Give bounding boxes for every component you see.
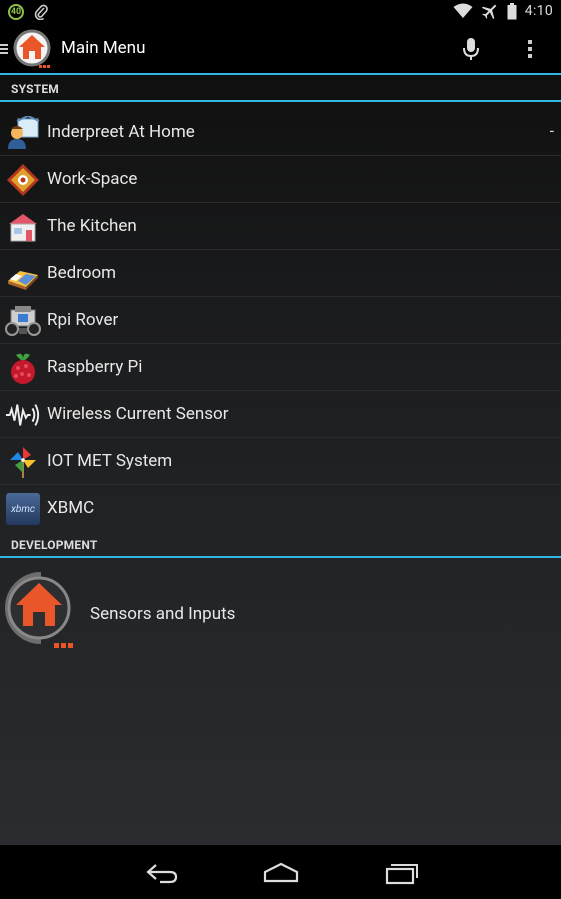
list-item-sensors-and-inputs[interactable]: Sensors and Inputs	[0, 559, 561, 659]
section-header-system: SYSTEM	[0, 75, 561, 101]
list-item-bedroom[interactable]: Bedroom	[0, 250, 561, 297]
list-item-raspberry-pi[interactable]: Raspberry Pi	[0, 344, 561, 391]
list-item-label: Raspberry Pi	[47, 357, 143, 377]
bed-icon	[5, 256, 41, 292]
main-list: SYSTEM Inderpreet At Home - Work-Space T…	[0, 75, 561, 845]
list-item-status: -	[549, 121, 554, 140]
list-item-label: Bedroom	[47, 263, 117, 283]
list-item-wireless-current-sensor[interactable]: Wireless Current Sensor	[0, 391, 561, 438]
xbmc-logo-text: xbmc	[11, 503, 35, 515]
airplane-icon	[481, 4, 497, 20]
paperclip-icon	[34, 4, 48, 20]
pinwheel-icon	[5, 444, 41, 480]
action-bar: Main Menu	[0, 25, 561, 73]
battery-icon	[507, 2, 517, 19]
hamburger-icon[interactable]	[0, 39, 10, 59]
navigation-bar	[0, 846, 561, 899]
xbmc-icon: xbmc	[5, 491, 41, 527]
person-home-icon	[5, 115, 41, 151]
back-icon[interactable]	[142, 860, 182, 886]
kitchen-icon	[5, 209, 41, 245]
section-header-development: DEVELOPMENT	[0, 531, 561, 557]
list-item-label: Sensors and Inputs	[90, 604, 236, 624]
list-item-label: Wireless Current Sensor	[47, 404, 229, 424]
section-divider-development	[0, 556, 561, 558]
notification-count-badge: 40	[8, 4, 24, 20]
section-title-system: SYSTEM	[11, 82, 60, 96]
rover-icon	[5, 303, 41, 339]
workspace-icon	[5, 162, 41, 198]
app-logo-icon[interactable]	[12, 28, 54, 70]
home-icon[interactable]	[261, 860, 301, 886]
recent-apps-icon[interactable]	[381, 860, 421, 886]
list-item-label: The Kitchen	[47, 216, 137, 236]
list-item-label: Work-Space	[47, 169, 138, 189]
raspberry-icon	[5, 350, 41, 386]
list-item-the-kitchen[interactable]: The Kitchen	[0, 203, 561, 250]
list-item-rpi-rover[interactable]: Rpi Rover	[0, 297, 561, 344]
page-title: Main Menu	[61, 38, 146, 58]
signal-wave-icon	[5, 397, 41, 433]
list-item-label: XBMC	[47, 498, 95, 518]
list-item-label: Rpi Rover	[47, 310, 119, 330]
list-item-xbmc[interactable]: xbmc XBMC	[0, 485, 561, 532]
list-item-iot-met-system[interactable]: IOT MET System	[0, 438, 561, 485]
wifi-icon	[453, 3, 473, 18]
app-logo-icon	[5, 572, 73, 648]
list-item-work-space[interactable]: Work-Space	[0, 156, 561, 203]
list-item-label: Inderpreet At Home	[47, 122, 195, 142]
status-bar: 40 4:10	[0, 0, 561, 25]
clock: 4:10	[524, 3, 553, 19]
list-item-inderpreet-at-home[interactable]: Inderpreet At Home -	[0, 109, 561, 156]
list-item-label: IOT MET System	[47, 451, 173, 471]
section-divider-system	[0, 100, 561, 102]
overflow-menu-icon[interactable]	[522, 37, 538, 61]
microphone-icon[interactable]	[460, 37, 482, 61]
section-title-development: DEVELOPMENT	[11, 538, 98, 552]
